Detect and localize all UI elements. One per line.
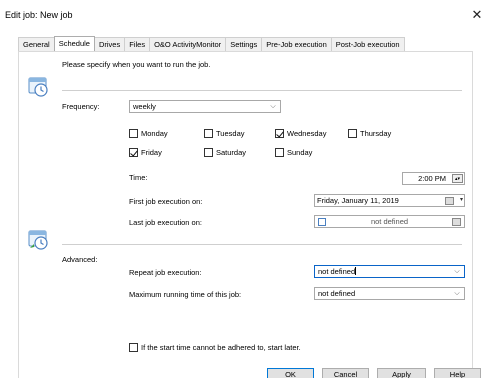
time-picker[interactable]: 2:00 PM ▴▾ [402,172,465,185]
chevron-down-icon: ⌵ [454,268,460,275]
schedule-intro: Please specify when you want to run the … [62,60,211,69]
help-button[interactable]: Help [434,368,481,378]
checkbox-box [275,147,284,157]
title-bar: Edit job: New job ✕ [0,0,491,33]
text-caret [355,267,357,275]
chevron-down-icon: ⌵ [270,103,276,110]
time-label: Time: [129,173,148,182]
day-sunday-checkbox[interactable]: Sunday [275,147,312,157]
day-label: Wednesday [287,128,327,138]
tab-bar: General Schedule Drives Files O&O Activi… [18,36,405,51]
day-label: Saturday [216,147,247,157]
close-icon[interactable]: ✕ [469,7,485,23]
checkbox-box [204,128,213,138]
first-execution-label: First job execution on: [129,197,203,206]
day-thursday-checkbox[interactable]: Thursday [348,128,391,138]
start-later-label: If the start time cannot be adhered to, … [141,342,301,352]
day-monday-checkbox[interactable]: Monday [129,128,168,138]
ok-button[interactable]: OK [267,368,314,378]
calendar-clock-icon [28,76,50,98]
day-label: Friday [141,147,162,157]
day-label: Thursday [360,128,392,138]
repeat-value: not defined [318,267,356,276]
day-tuesday-checkbox[interactable]: Tuesday [204,128,245,138]
time-value: 2:00 PM [418,174,446,183]
tab-general[interactable]: General [18,37,55,51]
first-execution-value: Friday, January 11, 2019 [317,196,399,205]
calendar-clock-repeat-icon [28,229,50,251]
frequency-select[interactable]: weekly ⌵ [129,100,281,113]
checkbox-box [129,342,138,352]
day-label: Monday [141,128,168,138]
advanced-label: Advanced: [62,255,98,264]
maxtime-select[interactable]: not defined ⌵ [314,287,465,300]
cancel-button[interactable]: Cancel [322,368,369,378]
calendar-icon [452,218,461,226]
tab-post-job[interactable]: Post-Job execution [330,37,405,51]
day-wednesday-checkbox[interactable]: Wednesday [275,128,326,138]
day-label: Sunday [287,147,313,157]
frequency-label: Frequency: [62,102,100,111]
spin-updown-icon[interactable]: ▴▾ [452,174,463,183]
day-friday-checkbox[interactable]: Friday [129,147,162,157]
maxtime-value: not defined [318,289,356,298]
start-later-checkbox[interactable]: If the start time cannot be adhered to, … [129,342,301,352]
checkbox-box [275,128,284,138]
last-execution-label: Last job execution on: [129,218,202,227]
tab-drives[interactable]: Drives [93,37,126,51]
tab-activitymonitor[interactable]: O&O ActivityMonitor [149,37,227,51]
window-title: Edit job: New job [5,10,73,20]
tab-settings[interactable]: Settings [225,37,263,51]
divider-advanced [62,244,462,245]
last-execution-value: not defined [370,217,409,226]
chevron-down-icon: ⌵ [454,290,460,297]
repeat-select[interactable]: not defined ⌵ [314,265,465,278]
checkbox-box [129,147,138,157]
day-label: Tuesday [216,128,245,138]
frequency-value: weekly [133,102,156,111]
last-execution-datepicker[interactable]: not defined [314,215,465,228]
divider-top [62,90,462,91]
calendar-icon [445,197,454,205]
maxtime-label: Maximum running time of this job: [129,290,242,299]
repeat-label: Repeat job execution: [129,268,202,277]
checkbox-box [129,128,138,138]
first-execution-datepicker[interactable]: Friday, January 11, 2019 ▾ [314,194,465,207]
tab-files[interactable]: Files [124,37,151,51]
day-saturday-checkbox[interactable]: Saturday [204,147,246,157]
checkbox-box [204,147,213,157]
checkbox-box [348,128,357,138]
tab-schedule[interactable]: Schedule [53,36,95,51]
chevron-down-icon: ▾ [459,197,463,203]
apply-button[interactable]: Apply [377,368,426,378]
tab-pre-job[interactable]: Pre-Job execution [261,37,332,51]
